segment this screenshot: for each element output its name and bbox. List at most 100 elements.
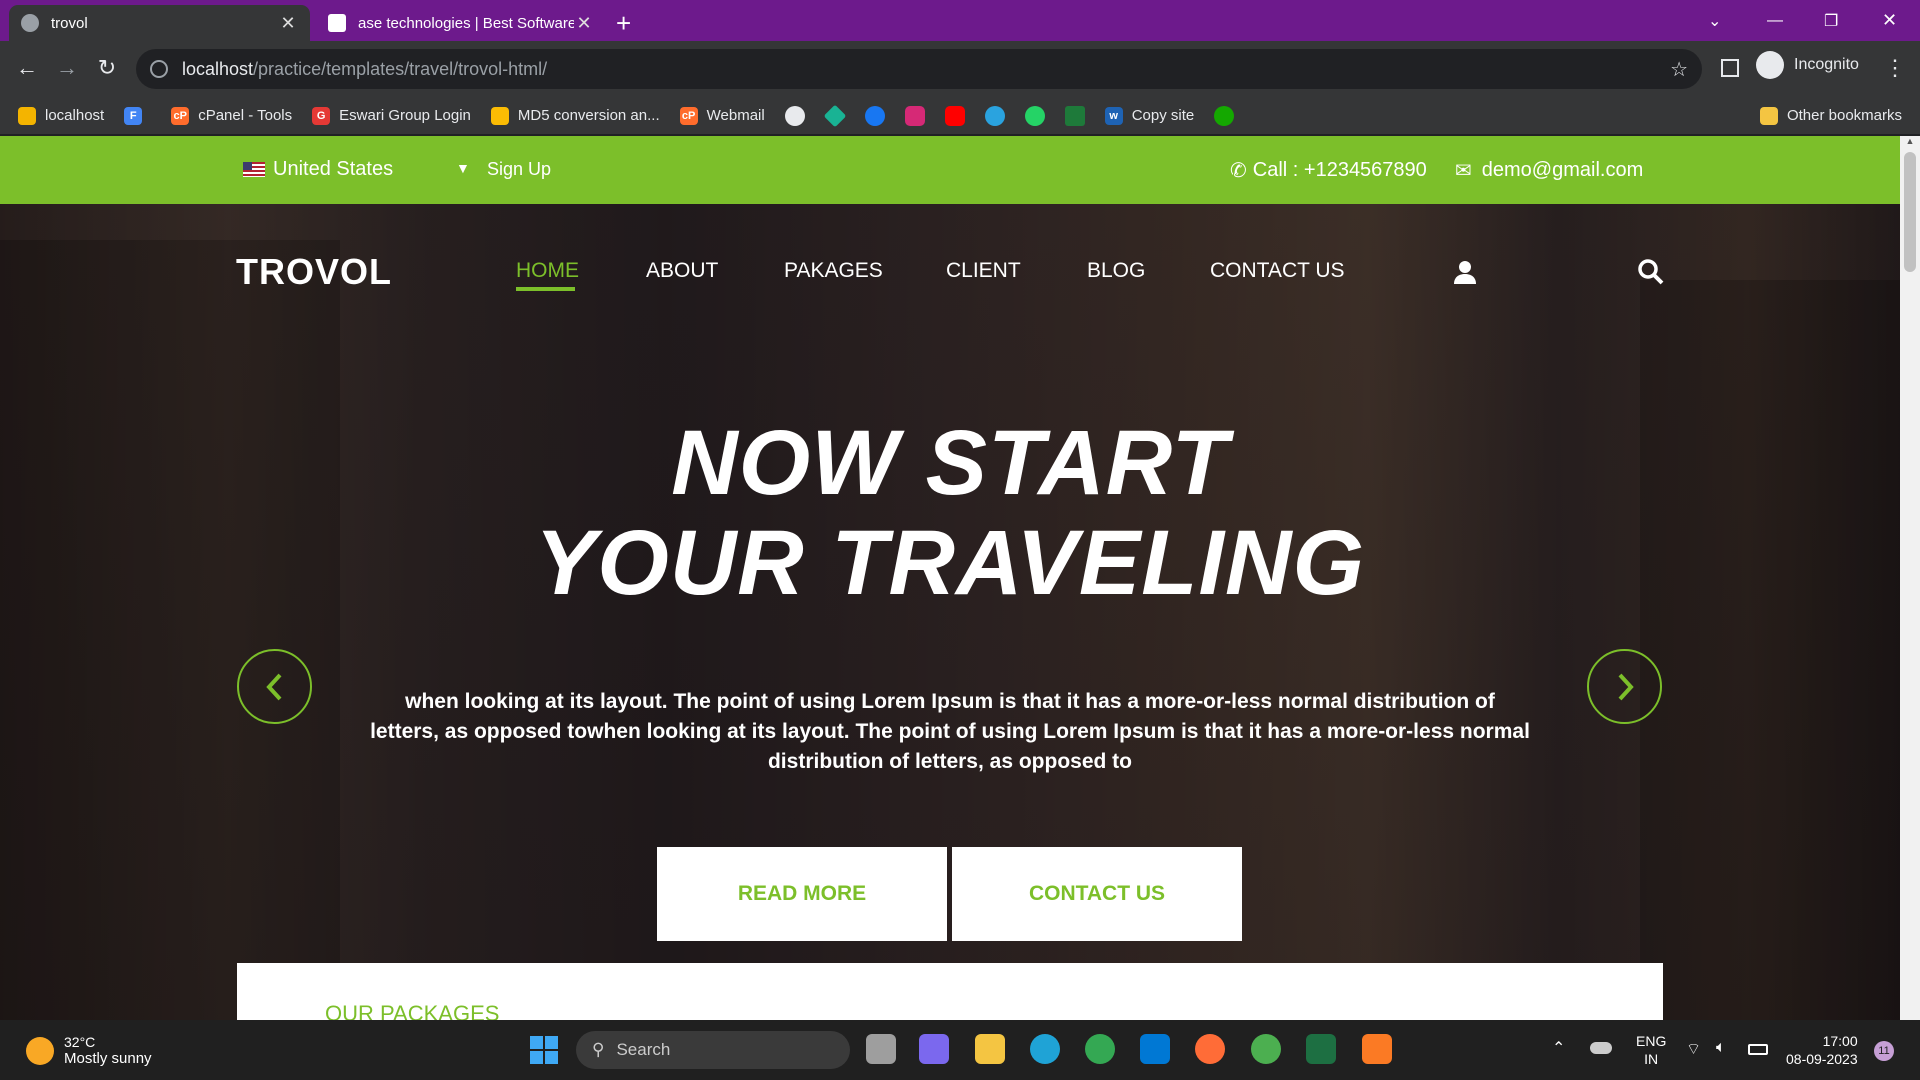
bookmark-copy-site[interactable]: w Copy site (1104, 106, 1194, 125)
phone-icon: ✆ (1230, 160, 1247, 182)
onedrive-icon[interactable] (1590, 1042, 1612, 1054)
new-tab-button[interactable]: + (616, 8, 631, 39)
signup-link[interactable]: Sign Up (487, 159, 551, 180)
scroll-up-icon[interactable]: ▲ (1900, 136, 1920, 150)
bookmarks-bar: localhost F cP cPanel - Tools G Eswari Gro… (0, 97, 1920, 135)
site-logo[interactable]: TROVOL (236, 251, 392, 293)
packages-title: OUR PACKAGES (325, 1001, 500, 1020)
side-panel-icon[interactable] (1721, 59, 1739, 77)
file-explorer-icon[interactable] (975, 1034, 1005, 1064)
bookmark-eswari[interactable]: G Eswari Group Login (312, 106, 471, 125)
chevron-up-icon[interactable]: ⌃ (1552, 1038, 1565, 1058)
notification-badge[interactable]: 11 (1874, 1041, 1894, 1061)
back-icon[interactable]: ← (12, 55, 42, 81)
menu-icon[interactable]: ⋮ (1884, 55, 1906, 81)
country-selector[interactable]: United States (243, 158, 393, 181)
close-icon[interactable]: ✕ (574, 13, 594, 34)
other-bookmarks[interactable]: Other bookmarks (1759, 106, 1902, 125)
incognito-indicator[interactable]: Incognito (1756, 51, 1859, 79)
tab-ase[interactable]: ase technologies | Best Software ✕ (316, 5, 606, 41)
bookmark-webmail[interactable]: cP Webmail (679, 106, 765, 125)
folder-icon (1759, 106, 1778, 125)
packages-card: OUR PACKAGES (237, 963, 1663, 1020)
whatsapp-icon[interactable] (1024, 105, 1045, 126)
edge-icon[interactable] (1030, 1034, 1060, 1064)
clock-time: 17:00 (1822, 1033, 1858, 1049)
chrome-incognito-icon[interactable] (1251, 1034, 1281, 1064)
dropdown-arrow-icon[interactable]: ▼ (456, 160, 470, 176)
star-icon[interactable]: ☆ (1670, 57, 1688, 82)
bookmark-cpanel[interactable]: cP cPanel - Tools (171, 106, 292, 125)
restore-icon[interactable]: ❐ (1824, 0, 1838, 41)
postman-icon[interactable] (1195, 1034, 1225, 1064)
nav-blog[interactable]: BLOG (1087, 259, 1145, 283)
github-icon[interactable] (784, 105, 805, 126)
clock[interactable]: 17:00 08-09-2023 (1786, 1032, 1858, 1068)
minimize-icon[interactable]: — (1767, 0, 1783, 41)
url-host: localhost (182, 58, 254, 79)
reload-icon[interactable]: ↻ (92, 55, 122, 81)
slider-prev-button[interactable] (237, 649, 312, 724)
upwork-icon[interactable] (1214, 105, 1235, 126)
nav-active-underline (516, 287, 575, 291)
chrome-icon[interactable] (1085, 1034, 1115, 1064)
facebook-icon[interactable] (864, 105, 885, 126)
address-bar[interactable]: localhost/practice/templates/travel/trov… (136, 49, 1702, 89)
nav-contact-us[interactable]: CONTACT US (1210, 259, 1345, 283)
sun-cloud-icon (26, 1036, 54, 1065)
bookmark-localhost[interactable]: localhost (18, 106, 104, 125)
diamond-icon[interactable] (823, 104, 847, 127)
xampp-icon[interactable] (1362, 1034, 1392, 1064)
forward-icon[interactable]: → (52, 55, 82, 81)
nav-pakages[interactable]: PAKAGES (784, 259, 883, 283)
chat-icon[interactable] (919, 1034, 949, 1064)
ase-favicon-icon (328, 14, 346, 32)
read-more-button[interactable]: READ MORE (657, 847, 947, 941)
cpanel-icon: cP (171, 106, 190, 125)
slider-next-button[interactable] (1587, 649, 1662, 724)
task-view-icon[interactable] (866, 1034, 896, 1064)
close-window-icon[interactable]: ✕ (1882, 0, 1897, 41)
weather-temp: 32°C (64, 1034, 96, 1050)
battery-icon[interactable] (1748, 1044, 1768, 1055)
bookmark-f[interactable]: F (124, 106, 151, 125)
chevron-right-icon (1618, 673, 1634, 700)
excel-icon[interactable] (1306, 1034, 1336, 1064)
instagram-icon[interactable] (904, 105, 925, 126)
page-scrollbar[interactable]: ▲ (1900, 136, 1920, 1020)
info-icon[interactable] (150, 60, 168, 78)
nav-home[interactable]: HOME (516, 259, 579, 283)
telegram-icon[interactable] (984, 105, 1005, 126)
call-info[interactable]: ✆ Call : +1234567890 (1230, 158, 1427, 183)
start-button[interactable] (530, 1036, 558, 1064)
vscode-icon[interactable] (1140, 1034, 1170, 1064)
weather-widget[interactable]: 32°C Mostly sunny (26, 1034, 152, 1067)
site-topbar: United States ▼ Sign Up ✆ Call : +123456… (0, 136, 1900, 204)
nav-about[interactable]: ABOUT (646, 259, 718, 283)
eswari-icon: G (312, 106, 331, 125)
chevron-down-icon[interactable]: ⌄ (1708, 0, 1721, 41)
key-icon (490, 106, 509, 125)
user-icon[interactable] (1454, 260, 1476, 284)
xampp-icon (18, 106, 36, 125)
volume-icon[interactable]: 🔈︎ (1716, 1039, 1726, 1057)
bookmark-md5[interactable]: MD5 conversion an... (490, 106, 660, 125)
email-label: demo@gmail.com (1481, 159, 1644, 181)
search-icon[interactable] (1638, 259, 1664, 285)
hero-headline-line2: YOUR TRAVELING (534, 512, 1366, 614)
nav-client[interactable]: CLIENT (946, 259, 1021, 283)
close-icon[interactable]: ✕ (278, 13, 298, 34)
taskbar-search[interactable]: ⚲ Search (576, 1031, 850, 1069)
w-icon: w (1104, 106, 1123, 125)
language-indicator[interactable]: ENG IN (1636, 1032, 1666, 1068)
clock-date: 08-09-2023 (1786, 1051, 1858, 1067)
chart-icon[interactable] (1064, 105, 1085, 126)
us-flag-icon (243, 162, 265, 177)
wifi-icon[interactable]: ⌔ (1686, 1039, 1701, 1059)
tab-trovol[interactable]: trovol ✕ (9, 5, 310, 41)
youtube-icon[interactable] (944, 105, 965, 126)
scroll-thumb[interactable] (1904, 152, 1916, 272)
contact-us-button[interactable]: CONTACT US (952, 847, 1242, 941)
email-info[interactable]: ✉ demo@gmail.com (1455, 158, 1643, 183)
tab-title: trovol (51, 14, 88, 32)
